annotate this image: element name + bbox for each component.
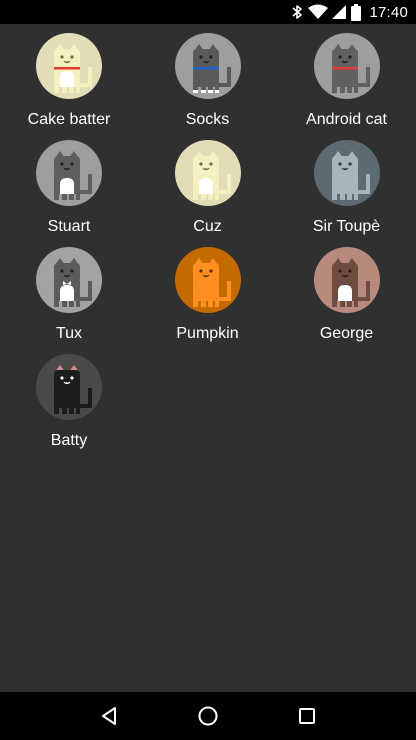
home-button[interactable] [184, 692, 232, 740]
cat-item-batty[interactable]: Batty [0, 351, 138, 458]
bluetooth-icon [290, 4, 304, 20]
cat-avatar-icon [174, 33, 241, 99]
recents-icon [298, 708, 315, 724]
cat-item-stuart[interactable]: Stuart [0, 137, 138, 244]
cat-name-label: Tux [55, 325, 83, 342]
cat-item-sir-toup[interactable]: Sir Toupè [277, 137, 416, 244]
status-time: 17:40 [369, 3, 408, 21]
recents-button[interactable] [283, 692, 331, 740]
cat-name-label: Pumpkin [176, 325, 239, 342]
wifi-icon [308, 4, 329, 20]
cat-item-cake-batter[interactable]: Cake batter [0, 30, 138, 137]
cat-avatar-icon [313, 247, 380, 313]
back-button[interactable] [85, 692, 133, 740]
cat-item-tux[interactable]: Tux [0, 244, 138, 351]
status-bar: 17:40 [0, 0, 416, 24]
battery-icon [351, 3, 362, 21]
cat-name-label: Cuz [193, 218, 222, 235]
cat-avatar-icon [313, 140, 380, 206]
cat-grid: Cake batter Socks Android cat Stuart Cuz Sir … [0, 30, 416, 458]
cat-item-pumpkin[interactable]: Pumpkin [138, 244, 277, 351]
back-icon [102, 707, 117, 725]
cat-item-cuz[interactable]: Cuz [138, 137, 277, 244]
cat-name-label: Stuart [47, 218, 91, 235]
cat-avatar-icon [36, 140, 102, 206]
signal-icon [332, 4, 347, 20]
cat-item-android-cat[interactable]: Android cat [277, 30, 416, 137]
cat-name-label: Android cat [306, 111, 387, 128]
cat-avatar-icon [174, 247, 241, 313]
cat-name-label: Sir Toupè [312, 218, 381, 235]
cat-name-label: Socks [185, 111, 230, 128]
cat-avatar-icon [313, 33, 380, 99]
navigation-bar [0, 692, 416, 740]
cat-avatar-icon [36, 354, 102, 420]
cat-item-socks[interactable]: Socks [138, 30, 277, 137]
cat-avatar-icon [174, 140, 241, 206]
cat-name-label: Cake batter [27, 111, 111, 128]
cat-avatar-icon [36, 33, 102, 99]
cat-name-label: George [319, 325, 374, 342]
cat-avatar-icon [36, 247, 102, 313]
home-icon [198, 706, 218, 726]
cat-name-label: Batty [50, 432, 88, 449]
cat-item-george[interactable]: George [277, 244, 416, 351]
